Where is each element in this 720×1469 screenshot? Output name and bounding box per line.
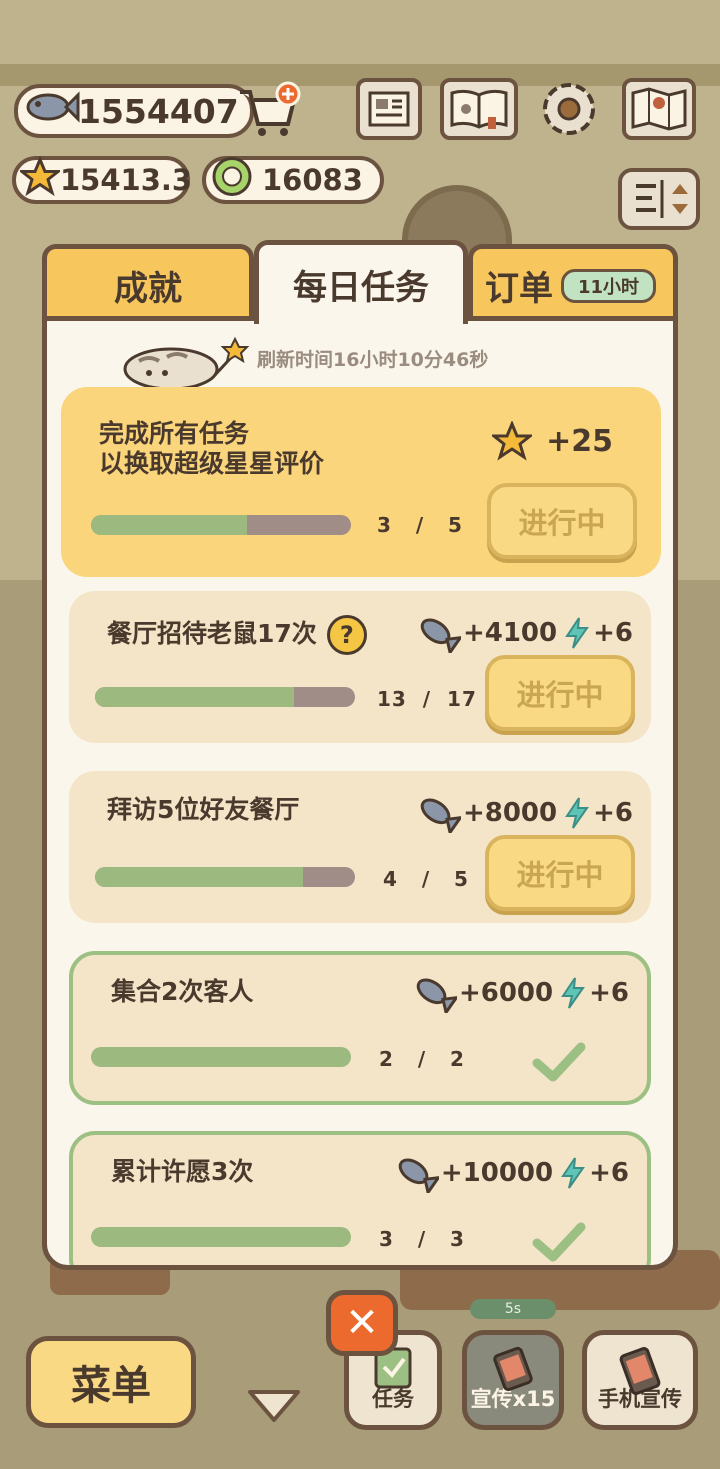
- refresh-timer: 刷新时间16小时10分46秒: [257, 349, 489, 371]
- task-reward: +8000 +6: [415, 793, 633, 833]
- star-icon: [492, 421, 533, 461]
- task-progress-bar: [95, 687, 355, 707]
- task-progress-count: 4 / 5: [383, 867, 469, 891]
- tab-orders-label: 订单: [485, 269, 553, 309]
- task-title: 累计许愿3次: [111, 1157, 254, 1186]
- daily-tasks-panel: 刷新时间16小时10分46秒 完成所有任务 以换取超级星星评价 +25 3 / …: [42, 316, 678, 1270]
- cart-icon: [240, 81, 301, 136]
- task-progress-bar: [95, 867, 355, 887]
- menu-label: 菜单: [71, 1363, 151, 1409]
- star-rating: 15413.3: [12, 155, 193, 204]
- newspaper-button[interactable]: [356, 78, 422, 140]
- energy-icon: [561, 1157, 586, 1189]
- promo-button[interactable]: 宣传x15: [462, 1330, 564, 1430]
- task-title: 餐厅招待老鼠17次?: [107, 615, 367, 655]
- task-card-featured: 完成所有任务 以换取超级星星评价 +25 3 / 5 进行中: [61, 387, 661, 577]
- gear-icon: [543, 83, 595, 135]
- coin-currency: 16083: [202, 156, 384, 204]
- menu-button[interactable]: 菜单: [26, 1336, 196, 1428]
- task-progress-bar: [91, 515, 351, 535]
- fish-icon: [420, 798, 461, 833]
- fish-icon: [398, 1158, 439, 1193]
- chevron-down-icon[interactable]: [244, 1386, 304, 1426]
- fish-amount: 1554407: [78, 91, 239, 131]
- recipe-book-button[interactable]: [440, 78, 518, 140]
- task-card-completed: 累计许愿3次 +10000 +6 3 / 3: [69, 1131, 651, 1265]
- phone-icon: [619, 1347, 661, 1395]
- recipe-book-icon: [450, 89, 508, 129]
- tab-achievements-label: 成就: [114, 269, 182, 309]
- fish-currency: 1554407: [14, 84, 254, 138]
- promo-cooldown-timer: 5s: [470, 1299, 556, 1319]
- tab-achievements[interactable]: 成就: [42, 244, 254, 322]
- coin-amount: 16083: [262, 163, 363, 197]
- sort-icon: [636, 180, 688, 218]
- energy-icon: [565, 617, 590, 649]
- settings-button[interactable]: [536, 78, 602, 140]
- energy-icon: [565, 797, 590, 829]
- star-amount: 15413.3: [60, 163, 193, 197]
- task-reward: +4100 +6: [415, 613, 633, 653]
- orders-timer-badge: 11小时: [561, 268, 657, 303]
- task-progress-count: 3 / 3: [379, 1227, 465, 1251]
- task-progress-bar: [91, 1047, 351, 1067]
- task-title: 完成所有任务 以换取超级星星评价: [99, 419, 325, 478]
- check-icon: [532, 1222, 586, 1262]
- map-icon: [631, 87, 687, 131]
- task-in-progress-button[interactable]: 进行中: [485, 835, 635, 911]
- fish-icon: [420, 618, 461, 653]
- star-icon: [17, 155, 63, 204]
- task-reward: +6000 +6: [411, 973, 629, 1013]
- task-card: 拜访5位好友餐厅 +8000 +6 4 / 5 进行中: [69, 771, 651, 923]
- task-progress-count: 13 / 17: [377, 687, 477, 711]
- task-progress-count: 2 / 2: [379, 1047, 465, 1071]
- task-reward: +10000 +6: [393, 1153, 629, 1193]
- task-reward: +25: [492, 421, 613, 461]
- check-icon: [532, 1042, 586, 1082]
- close-icon: ✕: [345, 1300, 379, 1346]
- task-in-progress-button[interactable]: 进行中: [487, 483, 637, 559]
- coin-icon: [210, 155, 254, 206]
- tab-daily-tasks[interactable]: 每日任务: [254, 240, 468, 324]
- tab-orders[interactable]: 订单 11小时: [468, 244, 678, 322]
- map-button[interactable]: [622, 78, 696, 140]
- task-progress-count: 3 / 5: [377, 513, 463, 537]
- task-title: 集合2次客人: [111, 977, 254, 1006]
- close-button[interactable]: ✕: [326, 1290, 398, 1356]
- fish-icon: [22, 85, 80, 137]
- tab-daily-label: 每日任务: [293, 268, 429, 308]
- fish-icon: [416, 978, 457, 1013]
- task-card-completed: 集合2次客人 +6000 +6 2 / 2: [69, 951, 651, 1105]
- phone-icon: [493, 1346, 533, 1392]
- shop-cart-button[interactable]: [236, 80, 302, 140]
- newspaper-icon: [368, 91, 410, 127]
- sort-button[interactable]: [618, 168, 700, 230]
- task-in-progress-button[interactable]: 进行中: [485, 655, 635, 731]
- help-icon[interactable]: ?: [326, 615, 367, 655]
- energy-icon: [561, 977, 586, 1009]
- phone-promo-button[interactable]: 手机宣传: [582, 1330, 698, 1430]
- task-card: 餐厅招待老鼠17次? +4100 +6 13 / 17 进行中: [69, 591, 651, 743]
- task-title: 拜访5位好友餐厅: [107, 795, 300, 824]
- task-progress-bar: [91, 1227, 351, 1247]
